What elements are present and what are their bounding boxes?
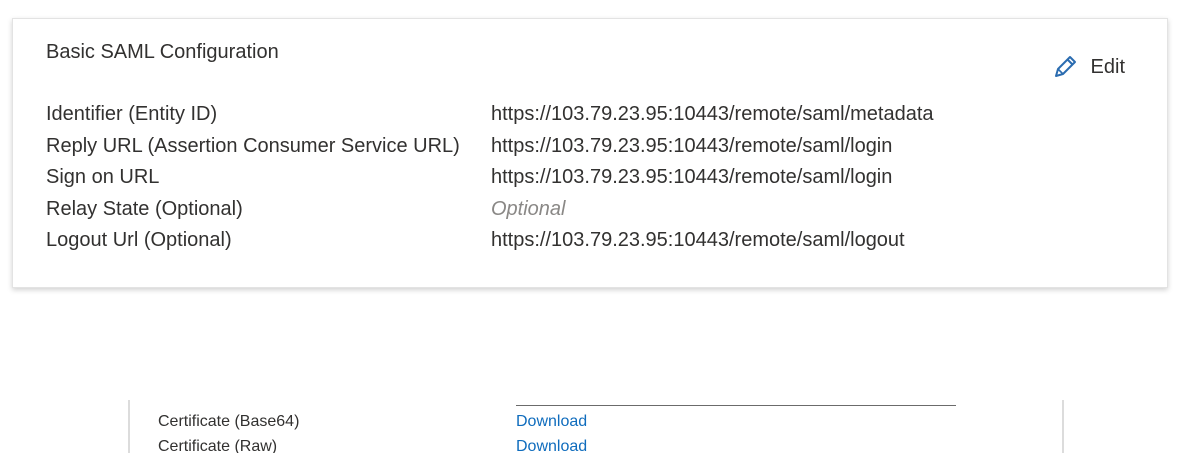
property-label: Sign on URL	[46, 166, 160, 188]
property-row-logout-url: Logout Url (Optional) https://103.79.23.…	[46, 226, 1147, 258]
property-label: Relay State (Optional)	[46, 197, 243, 220]
property-label: Logout Url (Optional)	[46, 229, 232, 251]
certificates-section: Certificate (Base64) Download Certificat…	[128, 400, 1064, 453]
edit-button[interactable]: Edit	[1051, 53, 1125, 81]
download-link[interactable]: Download	[516, 412, 587, 432]
property-row-sign-on-url: Sign on URL https://103.79.23.95:10443/r…	[46, 163, 1147, 195]
certificate-label: Certificate (Raw)	[158, 438, 278, 453]
property-value: https://103.79.23.95:10443/remote/saml/l…	[491, 229, 905, 251]
property-label: Identifier (Entity ID)	[46, 103, 218, 125]
saml-properties-list: Identifier (Entity ID) https://103.79.23…	[46, 100, 1147, 258]
property-value: https://103.79.23.95:10443/remote/saml/m…	[491, 103, 934, 125]
download-link[interactable]: Download	[516, 437, 587, 453]
property-row-reply-url: Reply URL (Assertion Consumer Service UR…	[46, 132, 1147, 164]
property-value-placeholder: Optional	[491, 197, 566, 220]
property-label: Reply URL (Assertion Consumer Service UR…	[46, 134, 460, 157]
card-title: Basic SAML Configuration	[46, 41, 279, 63]
edit-label: Edit	[1090, 55, 1125, 78]
pencil-icon	[1051, 53, 1079, 81]
certificate-label: Certificate (Base64)	[158, 413, 300, 430]
property-row-identifier: Identifier (Entity ID) https://103.79.23…	[46, 100, 1147, 132]
basic-saml-configuration-card: Basic SAML Configuration Edit Identifier…	[12, 18, 1168, 288]
property-row-relay-state: Relay State (Optional) Optional	[46, 195, 1147, 227]
divider	[516, 405, 956, 406]
property-value: https://103.79.23.95:10443/remote/saml/l…	[491, 134, 893, 157]
property-value: https://103.79.23.95:10443/remote/saml/l…	[491, 166, 893, 188]
